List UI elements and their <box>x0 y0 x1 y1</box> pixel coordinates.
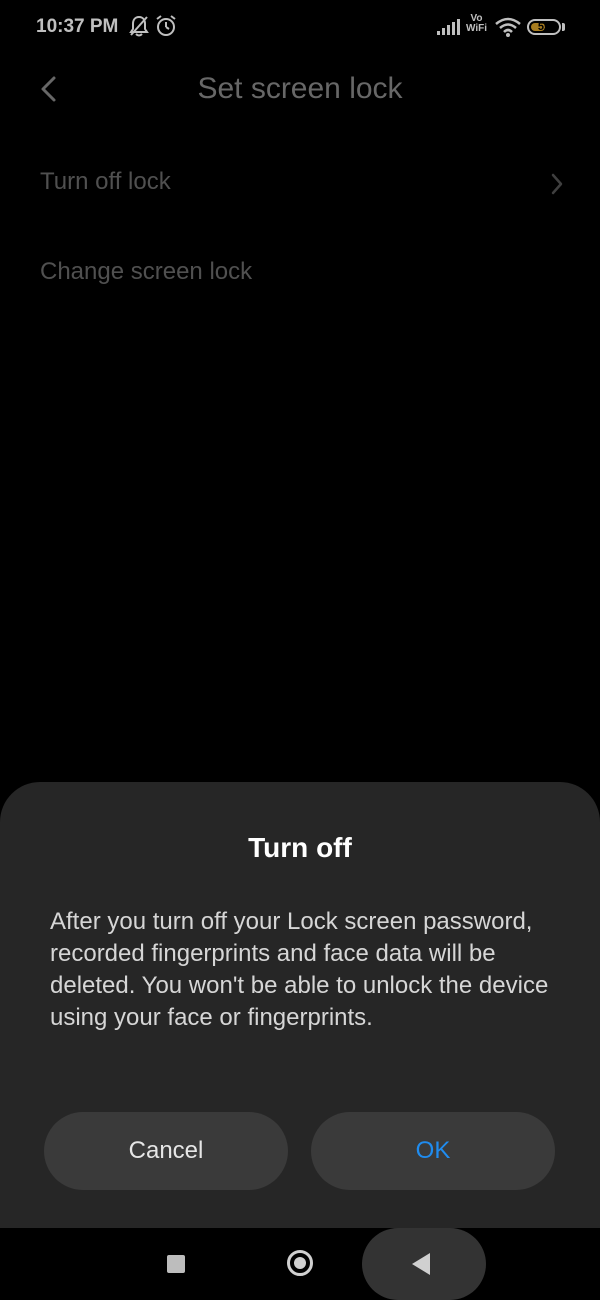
home-circle-icon[interactable] <box>287 1250 313 1276</box>
home-circle-inner <box>294 1257 306 1269</box>
cancel-button[interactable]: Cancel <box>44 1112 288 1190</box>
recents-square-icon[interactable] <box>167 1255 185 1273</box>
navigation-bar <box>0 1228 600 1300</box>
ok-button[interactable]: OK <box>311 1112 555 1190</box>
back-button[interactable] <box>362 1228 486 1300</box>
dialog-message: After you turn off your Lock screen pass… <box>50 908 549 1031</box>
back-triangle-icon <box>412 1253 430 1275</box>
dialog-title: Turn off <box>248 832 352 863</box>
turn-off-dialog: Turn off After you turn off your Lock sc… <box>0 782 600 1228</box>
